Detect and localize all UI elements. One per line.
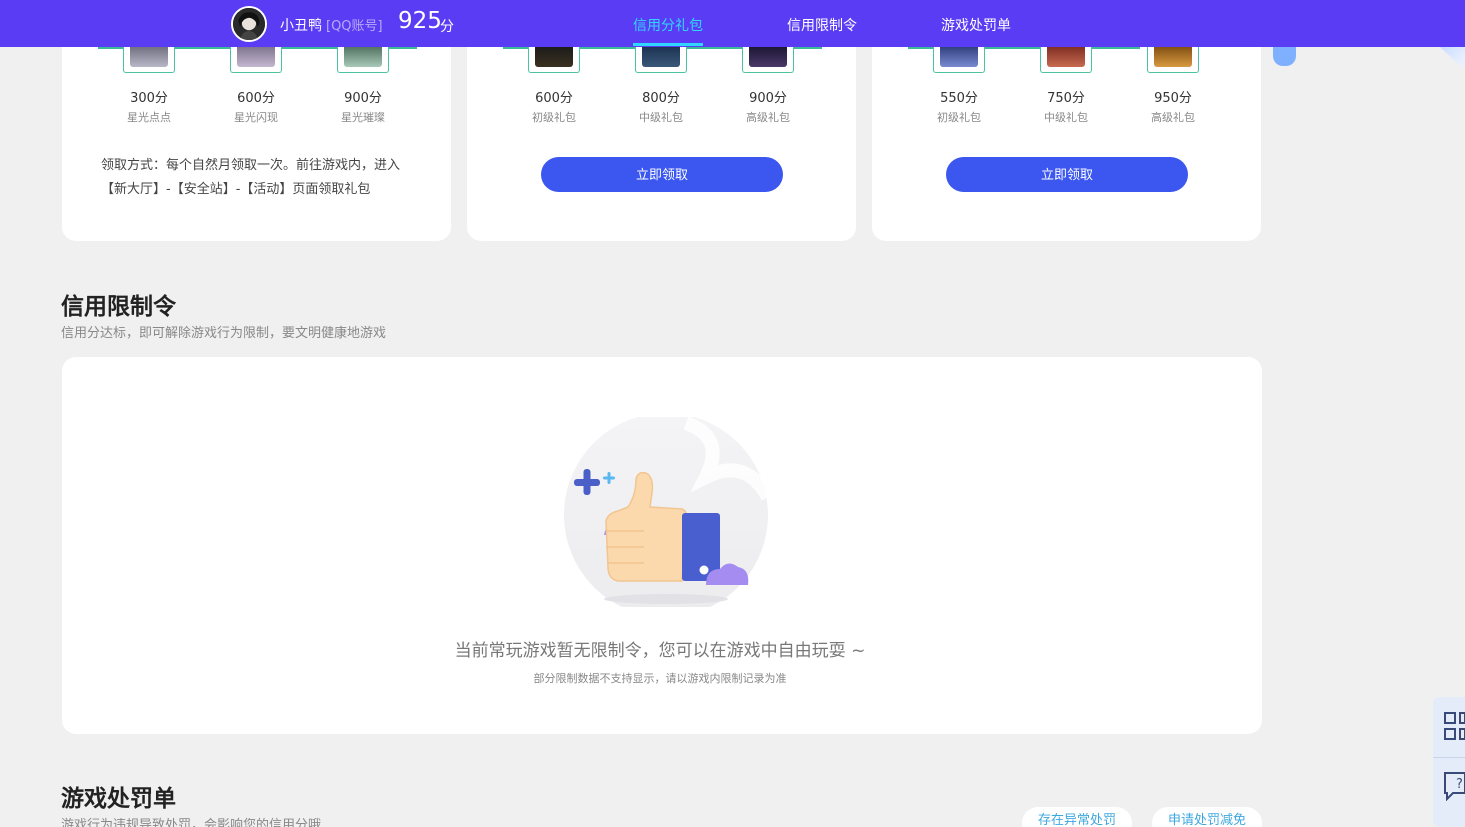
claim-button[interactable]: 立即领取 <box>541 157 783 192</box>
credit-score-unit: 分 <box>440 19 454 35</box>
gift-name: 星光璀璨 <box>341 111 385 124</box>
tab-credit-restriction[interactable]: 信用限制令 <box>787 15 857 35</box>
gift-name: 星光点点 <box>127 111 171 124</box>
penalty-reduction-button[interactable]: 申请处罚减免 <box>1152 807 1262 827</box>
gift-name: 初级礼包 <box>937 111 981 124</box>
account-type: [QQ账号] <box>326 19 383 34</box>
gift-thumb <box>635 45 687 73</box>
gift-thumb <box>528 45 580 73</box>
active-tab-indicator <box>633 43 703 46</box>
tab-credit-gift[interactable]: 信用分礼包 <box>633 15 703 35</box>
abnormal-penalty-button[interactable]: 存在异常处罚 <box>1022 807 1132 827</box>
gift-points: 600分 <box>535 91 573 106</box>
gift-name: 初级礼包 <box>532 111 576 124</box>
gift-image <box>344 45 382 67</box>
credit-score: 925 <box>398 8 442 34</box>
gift-image <box>237 45 275 67</box>
gift-points: 300分 <box>130 91 168 106</box>
carousel-next-handle[interactable] <box>1273 45 1296 66</box>
gift-image <box>749 45 787 67</box>
section-title-restriction: 信用限制令 <box>61 294 176 320</box>
claim-button[interactable]: 立即领取 <box>946 157 1188 192</box>
user-name: 小丑鸭 <box>280 18 322 34</box>
corner-decoration <box>1440 47 1465 75</box>
side-toolbar: ? <box>1433 697 1465 827</box>
toolbar-divider <box>1433 757 1465 758</box>
gift-thumb <box>123 45 175 73</box>
empty-state-note: 部分限制数据不支持显示，请以游戏内限制记录为准 <box>533 672 787 685</box>
gift-points: 900分 <box>344 91 382 106</box>
gift-points: 800分 <box>642 91 680 106</box>
gift-name: 中级礼包 <box>1044 111 1088 124</box>
gift-image <box>642 45 680 67</box>
top-bar: 小丑鸭 [QQ账号] 925 分 信用分礼包 信用限制令 游戏处罚单 <box>0 0 1465 47</box>
gift-thumb <box>1040 45 1092 73</box>
gift-thumb <box>1147 45 1199 73</box>
gift-name: 星光闪现 <box>234 111 278 124</box>
empty-state-message: 当前常玩游戏暂无限制令，您可以在游戏中自由玩耍 ~ <box>454 641 866 661</box>
section-title-penalty: 游戏处罚单 <box>61 786 176 812</box>
gift-name: 高级礼包 <box>746 111 790 124</box>
qr-code-icon[interactable] <box>1443 711 1465 743</box>
tab-game-penalty[interactable]: 游戏处罚单 <box>941 15 1011 35</box>
gift-points: 750分 <box>1047 91 1085 106</box>
gift-thumb <box>230 45 282 73</box>
gift-points: 950分 <box>1154 91 1192 106</box>
gift-points: 900分 <box>749 91 787 106</box>
svg-text:?: ? <box>1456 777 1463 792</box>
gift-thumb <box>337 45 389 73</box>
thumbs-up-illustration <box>564 417 775 607</box>
section-subtitle-penalty: 游戏行为违规导致处罚，会影响您的信用分哦 <box>61 818 322 827</box>
gift-thumb <box>933 45 985 73</box>
gift-image <box>1047 45 1085 67</box>
gift-thumb <box>742 45 794 73</box>
gift-name: 高级礼包 <box>1151 111 1195 124</box>
help-icon[interactable]: ? <box>1443 769 1465 801</box>
avatar-image <box>233 8 265 40</box>
gift-image <box>535 45 573 67</box>
gift-points: 600分 <box>237 91 275 106</box>
user-avatar[interactable] <box>231 6 267 42</box>
section-subtitle-restriction: 信用分达标，即可解除游戏行为限制，要文明健康地游戏 <box>61 326 387 341</box>
gift-image <box>130 45 168 67</box>
gift-image <box>1154 45 1192 67</box>
claim-instructions: 领取方式：每个自然月领取一次。前往游戏内，进入【新大厅】-【安全站】-【活动】页… <box>101 158 401 197</box>
gift-name: 中级礼包 <box>639 111 683 124</box>
gift-points: 550分 <box>940 91 978 106</box>
gift-image <box>940 45 978 67</box>
